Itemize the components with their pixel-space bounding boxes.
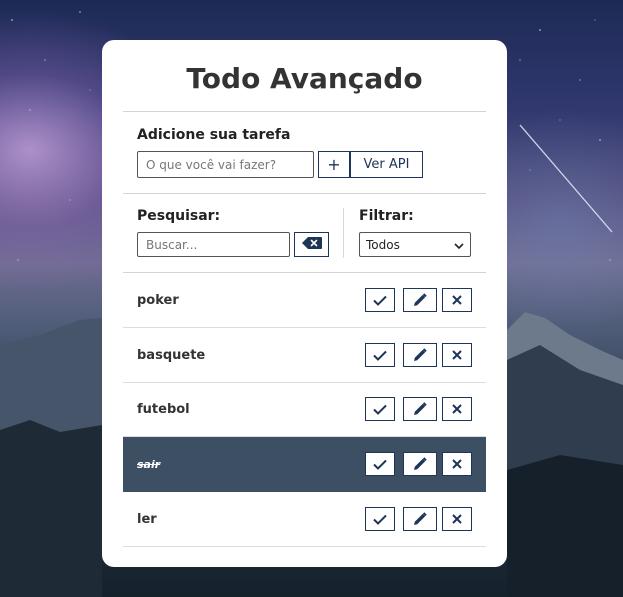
close-icon	[452, 295, 462, 305]
add-task-button[interactable]: +	[318, 151, 350, 178]
todo-item: futebol	[123, 382, 486, 437]
page-title: Todo Avançado	[186, 62, 423, 95]
task-input[interactable]	[137, 151, 314, 178]
close-icon	[452, 514, 462, 524]
todo-text: ler	[137, 512, 157, 527]
pencil-icon	[413, 402, 427, 416]
finish-todo-button[interactable]	[365, 507, 395, 531]
remove-todo-button[interactable]	[442, 507, 472, 531]
todo-card: Todo Avançado Adicione sua tarefa + Ver …	[102, 40, 507, 567]
check-icon	[373, 404, 387, 415]
todo-text: sair	[137, 458, 161, 471]
pencil-icon	[413, 348, 427, 362]
remove-todo-button[interactable]	[442, 288, 472, 312]
todo-text: basquete	[137, 348, 206, 363]
pencil-icon	[413, 293, 427, 307]
search-input[interactable]	[137, 232, 290, 257]
todo-item-done: sair	[123, 437, 486, 492]
pencil-icon	[413, 512, 427, 526]
close-icon	[452, 350, 462, 360]
check-icon	[373, 459, 387, 470]
backspace-icon	[301, 236, 322, 253]
vertical-divider	[343, 208, 344, 258]
finish-todo-button[interactable]	[365, 343, 395, 367]
search-label: Pesquisar:	[137, 208, 221, 224]
clear-search-button[interactable]	[294, 232, 329, 257]
todo-item: basquete	[123, 328, 486, 383]
check-icon	[373, 350, 387, 361]
finish-todo-button[interactable]	[365, 397, 395, 421]
edit-todo-button[interactable]	[403, 343, 437, 367]
todo-item: poker	[123, 273, 486, 328]
remove-todo-button[interactable]	[442, 452, 472, 476]
finish-todo-button[interactable]	[365, 288, 395, 312]
edit-todo-button[interactable]	[403, 397, 437, 421]
edit-todo-button[interactable]	[403, 452, 437, 476]
divider	[123, 193, 486, 194]
close-icon	[452, 404, 462, 414]
add-task-label: Adicione sua tarefa	[137, 127, 291, 143]
view-api-button[interactable]: Ver API	[350, 151, 423, 178]
filter-selected-value: Todos	[366, 237, 400, 252]
edit-todo-button[interactable]	[403, 288, 437, 312]
finish-todo-button[interactable]	[365, 452, 395, 476]
check-icon	[373, 295, 387, 306]
pencil-icon	[413, 457, 427, 471]
todo-text: poker	[137, 293, 179, 308]
remove-todo-button[interactable]	[442, 343, 472, 367]
divider	[123, 111, 486, 112]
todo-text: futebol	[137, 402, 190, 417]
filter-label: Filtrar:	[359, 208, 414, 224]
chevron-down-icon	[454, 238, 464, 252]
check-icon	[373, 514, 387, 525]
remove-todo-button[interactable]	[442, 397, 472, 421]
todo-item: ler	[123, 492, 486, 547]
close-icon	[452, 459, 462, 469]
filter-select[interactable]: Todos	[359, 232, 471, 257]
edit-todo-button[interactable]	[403, 507, 437, 531]
